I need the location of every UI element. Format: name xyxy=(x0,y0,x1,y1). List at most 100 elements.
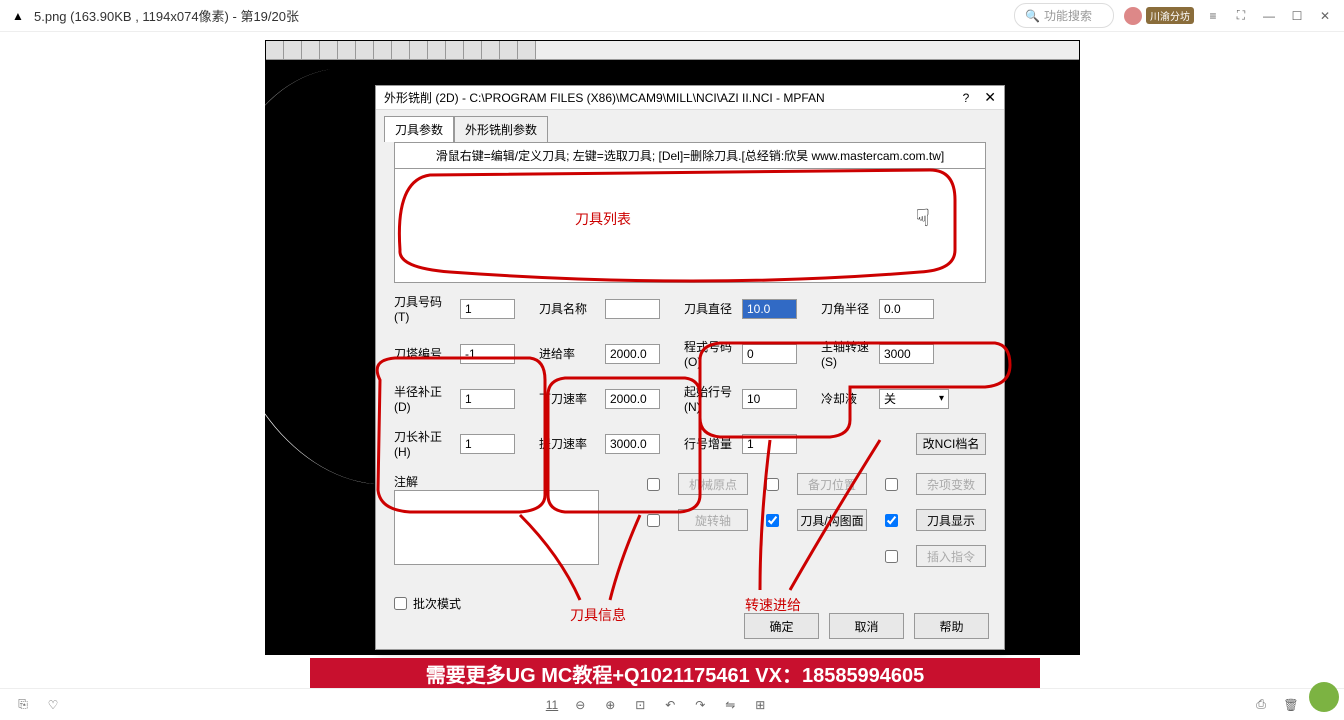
cb-plane[interactable] xyxy=(766,514,779,527)
tool-list[interactable]: 刀具列表 ☟ xyxy=(394,168,986,283)
lbl-prog: 程式号码(O) xyxy=(684,338,736,369)
tab-contour-params[interactable]: 外形铣削参数 xyxy=(454,116,548,142)
cb-ref[interactable] xyxy=(766,478,779,491)
tb-icon[interactable] xyxy=(320,41,338,59)
inp-tool-no[interactable] xyxy=(460,299,515,319)
rotate-right-icon[interactable]: ↷ xyxy=(692,697,708,713)
tab-tool-params[interactable]: 刀具参数 xyxy=(384,116,454,142)
sel-coolant[interactable]: 关 xyxy=(879,389,949,409)
annotation-tool-list: 刀具列表 xyxy=(575,209,631,229)
inp-spindle[interactable] xyxy=(879,344,934,364)
maximize-icon[interactable]: ☐ xyxy=(1288,7,1306,25)
lbl-coolant: 冷却液 xyxy=(821,390,873,407)
cb-disp[interactable] xyxy=(885,514,898,527)
tb-icon[interactable] xyxy=(428,41,446,59)
tb-icon[interactable] xyxy=(446,41,464,59)
zoom-in-icon[interactable]: ⊕ xyxy=(602,697,618,713)
search-box[interactable]: 🔍 功能搜索 xyxy=(1014,3,1114,28)
rotate-left-icon[interactable]: ↶ xyxy=(662,697,678,713)
cb-cmd[interactable] xyxy=(885,550,898,563)
flip-icon[interactable]: ⇋ xyxy=(722,697,738,713)
tb-icon[interactable] xyxy=(518,41,536,59)
tb-icon[interactable] xyxy=(392,41,410,59)
dialog-title: 外形铣削 (2D) - C:\PROGRAM FILES (X86)\MCAM9… xyxy=(384,89,825,106)
fit-icon[interactable]: ⊡ xyxy=(632,697,648,713)
cb-misc[interactable] xyxy=(885,478,898,491)
textarea-comment[interactable] xyxy=(394,490,599,565)
menu-icon[interactable]: ≡ xyxy=(1204,7,1222,25)
zoom-out-icon[interactable]: ⊖ xyxy=(572,697,588,713)
contour-dialog: 外形铣削 (2D) - C:\PROGRAM FILES (X86)\MCAM9… xyxy=(375,85,1005,650)
inp-prog[interactable] xyxy=(742,344,797,364)
btn-rot: 旋转轴 xyxy=(678,509,748,531)
page-number[interactable]: 11 xyxy=(546,698,558,712)
cb-rot[interactable] xyxy=(647,514,660,527)
btn-disp[interactable]: 刀具显示 xyxy=(916,509,986,531)
cad-toolbar xyxy=(266,41,1079,59)
inp-feed[interactable] xyxy=(605,344,660,364)
window-title: 5.png (163.90KB , 1194x074像素) - 第19/20张 xyxy=(34,6,299,25)
search-icon: 🔍 xyxy=(1025,9,1040,23)
print-icon[interactable]: ⎙ xyxy=(1253,697,1269,713)
inp-tool-name[interactable] xyxy=(605,299,660,319)
tb-icon[interactable] xyxy=(482,41,500,59)
btn-plane[interactable]: 刀具/构图面 xyxy=(797,509,867,531)
tb-icon[interactable] xyxy=(500,41,518,59)
lbl-feed: 进给率 xyxy=(539,345,599,362)
titlebar: ▲ 5.png (163.90KB , 1194x074像素) - 第19/20… xyxy=(0,0,1344,32)
tb-icon[interactable] xyxy=(338,41,356,59)
tb-icon[interactable] xyxy=(410,41,428,59)
avatar[interactable] xyxy=(1124,7,1142,25)
inp-turret[interactable] xyxy=(460,344,515,364)
inp-tool-dia[interactable] xyxy=(742,299,797,319)
export-icon[interactable]: ⎘ xyxy=(15,697,31,713)
btn-cancel[interactable]: 取消 xyxy=(829,613,904,639)
inp-corner-rad[interactable] xyxy=(879,299,934,319)
user-badge: 川渝分坊 xyxy=(1146,7,1194,24)
btn-nci[interactable]: 改NCI档名 xyxy=(916,433,986,455)
lbl-rad-comp: 半径补正(D) xyxy=(394,383,454,414)
inp-start[interactable] xyxy=(742,389,797,409)
lbl-batch: 批次模式 xyxy=(413,595,473,612)
heart-icon[interactable]: ♡ xyxy=(45,697,61,713)
dialog-buttons: 确定 取消 帮助 xyxy=(744,613,989,639)
tb-icon[interactable] xyxy=(374,41,392,59)
tb-icon[interactable] xyxy=(356,41,374,59)
expand-icon[interactable]: ⛶ xyxy=(1232,7,1250,25)
btn-home: 机械原点 xyxy=(678,473,748,495)
annotation-speed-feed: 转速进给 xyxy=(745,595,801,615)
close-dialog-icon[interactable]: ✕ xyxy=(984,89,996,106)
lbl-tool-dia: 刀具直径 xyxy=(684,300,736,317)
btn-ok[interactable]: 确定 xyxy=(744,613,819,639)
tabs: 刀具参数 外形铣削参数 xyxy=(376,110,1004,142)
inp-len-comp[interactable] xyxy=(460,434,515,454)
lbl-inc: 行号增量 xyxy=(684,435,736,452)
tb-icon[interactable] xyxy=(284,41,302,59)
inp-retract[interactable] xyxy=(605,434,660,454)
btn-help[interactable]: 帮助 xyxy=(914,613,989,639)
btn-cmd: 插入指令 xyxy=(916,545,986,567)
hand-cursor-icon: ☟ xyxy=(915,204,930,233)
inp-rad-comp[interactable] xyxy=(460,389,515,409)
minimize-icon[interactable]: — xyxy=(1260,7,1278,25)
cb-home[interactable] xyxy=(647,478,660,491)
close-icon[interactable]: ✕ xyxy=(1316,7,1334,25)
tb-icon[interactable] xyxy=(266,41,284,59)
delete-icon[interactable]: 🗑 xyxy=(1283,697,1299,713)
form-area: 刀具号码(T) 刀具名称 刀具直径 刀角半径 刀塔编号 进给率 程式号码(O) … xyxy=(376,283,1004,636)
help-icon[interactable]: ? xyxy=(963,91,970,105)
cb-batch[interactable] xyxy=(394,597,407,610)
annotation-tool-info: 刀具信息 xyxy=(570,605,626,625)
search-placeholder: 功能搜索 xyxy=(1044,7,1092,24)
grid-icon[interactable]: ⊞ xyxy=(752,697,768,713)
btn-ref: 备刀位置 xyxy=(797,473,867,495)
app-logo-icon: ▲ xyxy=(10,8,26,24)
inp-inc[interactable] xyxy=(742,434,797,454)
assist-button[interactable] xyxy=(1309,682,1339,712)
lbl-plunge: 下刀速率 xyxy=(539,390,599,407)
lbl-len-comp: 刀长补正(H) xyxy=(394,428,454,459)
tb-icon[interactable] xyxy=(464,41,482,59)
tb-icon[interactable] xyxy=(302,41,320,59)
inp-plunge[interactable] xyxy=(605,389,660,409)
lbl-corner-rad: 刀角半径 xyxy=(821,300,873,317)
